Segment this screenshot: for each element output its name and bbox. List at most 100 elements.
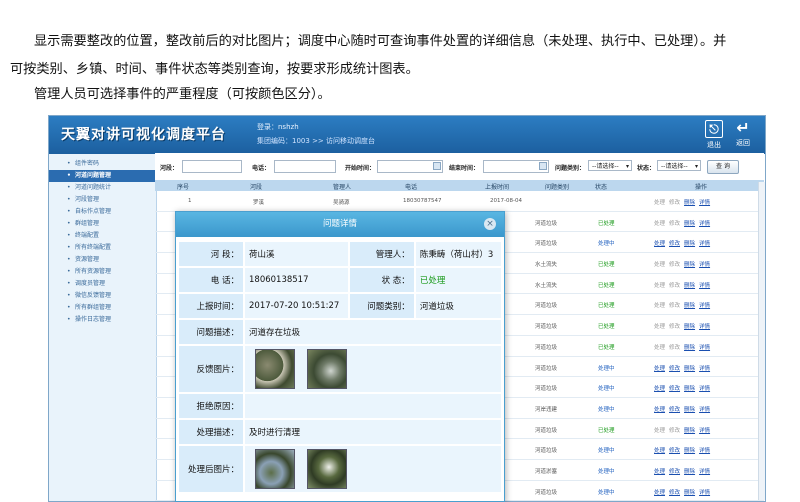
action-link[interactable]: 删除: [684, 490, 695, 496]
action-link[interactable]: 详情: [699, 283, 710, 289]
action-link[interactable]: 详情: [699, 200, 710, 206]
action-link[interactable]: 删除: [684, 428, 695, 434]
table-scrollbar[interactable]: [758, 182, 765, 500]
phone-input[interactable]: [274, 160, 336, 173]
action-link[interactable]: 详情: [699, 448, 710, 454]
action-link[interactable]: 详情: [699, 303, 710, 309]
handling-label: 处理描述：: [179, 420, 243, 444]
column-header: 河段: [250, 184, 263, 191]
sidebar-item[interactable]: 所有群组管理: [49, 302, 156, 314]
action-link[interactable]: 删除: [684, 407, 695, 413]
sidebar-item[interactable]: 自标作点管理: [49, 206, 156, 218]
sidebar-item[interactable]: 群组管理: [49, 218, 156, 230]
action-link[interactable]: 删除: [684, 469, 695, 475]
row-actions: 处理 修改 删除 详情: [654, 239, 714, 247]
action-link[interactable]: 修改: [669, 407, 680, 413]
sidebar-item[interactable]: 终端配置: [49, 230, 156, 242]
action-link[interactable]: 修改: [669, 448, 680, 454]
sidebar-item[interactable]: 组件密码: [49, 158, 156, 170]
action-link[interactable]: 详情: [699, 386, 710, 392]
action-link[interactable]: 修改: [669, 345, 680, 351]
feedback-image-1[interactable]: [255, 349, 295, 389]
action-link[interactable]: 修改: [669, 241, 680, 247]
feedback-image-2[interactable]: [307, 349, 347, 389]
action-link[interactable]: 修改: [669, 200, 680, 206]
action-link[interactable]: 删除: [684, 221, 695, 227]
action-link[interactable]: 处理: [654, 448, 665, 454]
start-time-input[interactable]: [377, 160, 443, 173]
sidebar-item[interactable]: 调度员管理: [49, 278, 156, 290]
action-link[interactable]: 删除: [684, 200, 695, 206]
action-link[interactable]: 修改: [669, 490, 680, 496]
type-select[interactable]: --请选择--: [588, 160, 632, 172]
action-link[interactable]: 修改: [669, 469, 680, 475]
action-link[interactable]: 删除: [684, 283, 695, 289]
reach-input[interactable]: [182, 160, 242, 173]
action-link[interactable]: 处理: [654, 324, 665, 330]
action-link[interactable]: 处理: [654, 262, 665, 268]
table-row[interactable]: 1 罗溪 吴骑源 18030787547 2017-08-04 处理 修改 删除 详情: [155, 191, 764, 212]
action-link[interactable]: 删除: [684, 324, 695, 330]
sidebar-item[interactable]: 资源管理: [49, 254, 156, 266]
breadcrumb-link[interactable]: >> 访问移动调度台: [312, 137, 375, 145]
column-header: 上报时间: [485, 184, 510, 191]
action-link[interactable]: 处理: [654, 428, 665, 434]
action-link[interactable]: 处理: [654, 283, 665, 289]
type-filter-label: 问题类别：: [555, 165, 586, 172]
sidebar-item[interactable]: 所有终端配置: [49, 242, 156, 254]
action-link[interactable]: 删除: [684, 303, 695, 309]
action-link[interactable]: 删除: [684, 448, 695, 454]
cell-type: 河道垃圾: [535, 489, 558, 496]
query-button[interactable]: 查 询: [707, 160, 739, 174]
action-link[interactable]: 处理: [654, 221, 665, 227]
sidebar-item[interactable]: 河段管理: [49, 194, 156, 206]
action-link[interactable]: 详情: [699, 407, 710, 413]
back-button[interactable]: ↵ 返回: [732, 120, 754, 150]
action-link[interactable]: 删除: [684, 262, 695, 268]
close-icon[interactable]: ×: [484, 218, 496, 230]
end-time-input[interactable]: [483, 160, 549, 173]
action-link[interactable]: 删除: [684, 345, 695, 351]
action-link[interactable]: 处理: [654, 366, 665, 372]
action-link[interactable]: 处理: [654, 469, 665, 475]
action-link[interactable]: 详情: [699, 428, 710, 434]
action-link[interactable]: 处理: [654, 407, 665, 413]
action-link[interactable]: 处理: [654, 490, 665, 496]
action-link[interactable]: 详情: [699, 262, 710, 268]
action-link[interactable]: 处理: [654, 241, 665, 247]
action-link[interactable]: 处理: [654, 303, 665, 309]
after-image-1[interactable]: [255, 449, 295, 489]
after-image-2[interactable]: [307, 449, 347, 489]
action-link[interactable]: 详情: [699, 241, 710, 247]
action-link[interactable]: 修改: [669, 221, 680, 227]
row-actions: 处理 修改 删除 详情: [654, 364, 714, 372]
action-link[interactable]: 修改: [669, 428, 680, 434]
exit-button[interactable]: ⎋ 退出: [703, 120, 725, 150]
action-link[interactable]: 详情: [699, 345, 710, 351]
sidebar-item[interactable]: 河道问题管理: [49, 170, 156, 182]
row-actions: 处理 修改 删除 详情: [654, 322, 714, 330]
action-link[interactable]: 详情: [699, 469, 710, 475]
row-actions: 处理 修改 删除 详情: [654, 446, 714, 454]
action-link[interactable]: 修改: [669, 386, 680, 392]
action-link[interactable]: 详情: [699, 366, 710, 372]
action-link[interactable]: 处理: [654, 345, 665, 351]
action-link[interactable]: 修改: [669, 303, 680, 309]
action-link[interactable]: 详情: [699, 324, 710, 330]
action-link[interactable]: 详情: [699, 490, 710, 496]
sidebar-item[interactable]: 河道问题统计: [49, 182, 156, 194]
action-link[interactable]: 修改: [669, 324, 680, 330]
sidebar-item[interactable]: 微信反馈管理: [49, 290, 156, 302]
action-link[interactable]: 修改: [669, 262, 680, 268]
sidebar-item[interactable]: 所有资源管理: [49, 266, 156, 278]
action-link[interactable]: 删除: [684, 386, 695, 392]
action-link[interactable]: 处理: [654, 200, 665, 206]
action-link[interactable]: 删除: [684, 366, 695, 372]
action-link[interactable]: 处理: [654, 386, 665, 392]
action-link[interactable]: 修改: [669, 366, 680, 372]
status-select[interactable]: --请选择--: [657, 160, 701, 172]
action-link[interactable]: 删除: [684, 241, 695, 247]
action-link[interactable]: 修改: [669, 283, 680, 289]
sidebar-item[interactable]: 操作日志管理: [49, 314, 156, 326]
action-link[interactable]: 详情: [699, 221, 710, 227]
